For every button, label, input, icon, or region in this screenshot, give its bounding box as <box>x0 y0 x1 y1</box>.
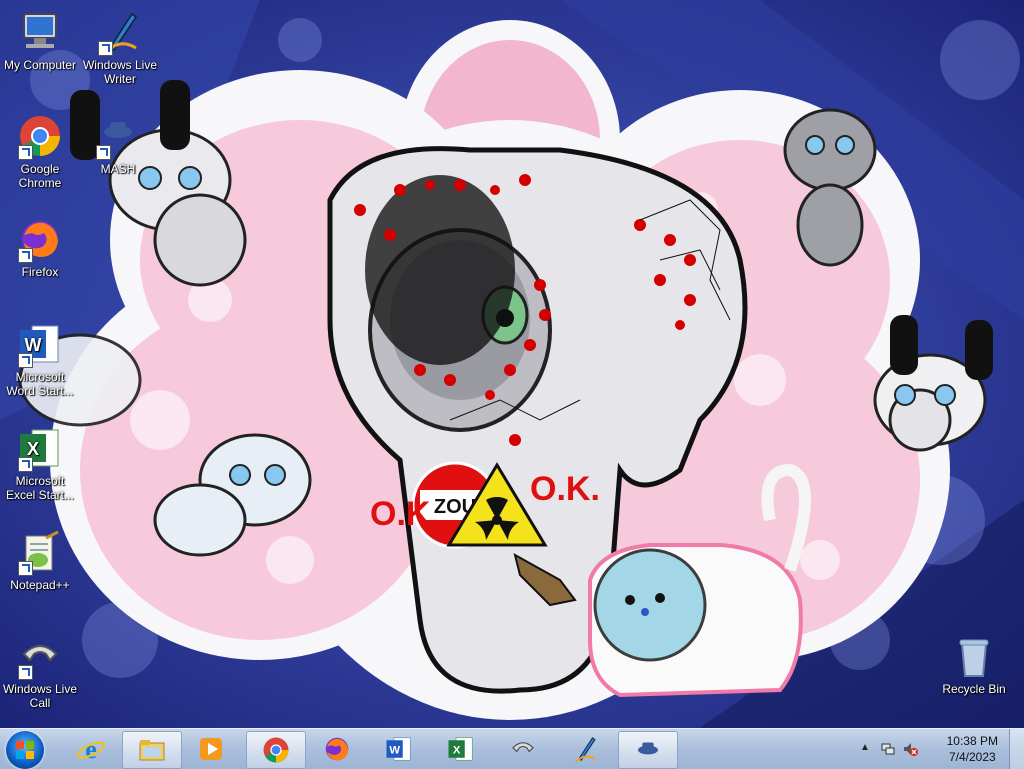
computer-icon <box>16 8 64 56</box>
desktop-icon-label: My Computer <box>3 58 77 72</box>
shortcut-arrow-icon <box>96 145 111 160</box>
desktop-icon-mash[interactable]: MASH <box>78 112 158 176</box>
clock[interactable]: 10:38 PM 7/4/2023 <box>947 733 998 765</box>
recycle-bin-icon <box>950 632 998 680</box>
desktop-icon-microsoft-excel[interactable]: X Microsoft Excel Start... <box>0 424 80 502</box>
clock-time: 10:38 PM <box>946 734 998 748</box>
shortcut-arrow-icon <box>18 353 33 368</box>
svg-text:X: X <box>27 439 39 459</box>
ok-text-2: O.K. <box>530 470 600 508</box>
system-tray: ▲ 10:38 PM 7/4/2023 <box>854 729 1024 769</box>
desktop-icon-my-computer[interactable]: My Computer <box>0 8 80 72</box>
mash-icon <box>94 112 142 160</box>
desktop-icon-windows-live-call[interactable]: Windows Live Call <box>0 632 80 710</box>
desktop-icon-label: MASH <box>100 162 136 176</box>
desktop-icon-google-chrome[interactable]: Google Chrome <box>0 112 80 190</box>
clock-date: 7/4/2023 <box>948 750 996 764</box>
volume-muted-icon[interactable] <box>902 741 918 757</box>
desktop-icon-label: Windows Live Writer <box>82 58 158 86</box>
notepadpp-icon <box>16 528 64 576</box>
word-icon: W <box>386 737 411 761</box>
word-icon: W <box>16 320 64 368</box>
taskbar-media-player[interactable] <box>182 731 240 767</box>
explorer-icon <box>139 740 165 761</box>
desktop-icon-label: Windows Live Call <box>2 682 78 710</box>
desktop-icon-recycle-bin[interactable]: Recycle Bin <box>934 632 1014 696</box>
desktop-icon-label: Notepad++ <box>10 578 70 592</box>
desktop-icon-label: Google Chrome <box>18 162 62 190</box>
shortcut-arrow-icon <box>98 41 113 56</box>
firefox-icon <box>325 737 349 761</box>
svg-text:e: e <box>85 735 97 764</box>
media-player-icon <box>200 738 222 760</box>
excel-icon: X <box>16 424 64 472</box>
desktop-icon-label: Microsoft Excel Start... <box>5 474 75 502</box>
desktop-icon-windows-live-writer[interactable]: Windows Live Writer <box>80 8 160 86</box>
taskbar-chrome[interactable] <box>246 731 306 769</box>
start-button[interactable] <box>6 731 44 769</box>
taskbar-firefox[interactable] <box>308 731 366 767</box>
svg-text:W: W <box>25 335 42 355</box>
show-hidden-icons-button[interactable]: ▲ <box>860 742 870 753</box>
windows-logo-icon <box>16 741 34 759</box>
internet-explorer-icon: e <box>77 735 105 764</box>
taskbar-mash[interactable] <box>618 731 678 769</box>
network-icon[interactable] <box>880 741 896 757</box>
excel-icon: X <box>448 737 473 761</box>
phone-icon <box>16 632 64 680</box>
svg-text:X: X <box>453 744 461 756</box>
taskbar-explorer[interactable] <box>122 731 182 769</box>
shortcut-arrow-icon <box>18 145 33 160</box>
desktop-icon-label: Recycle Bin <box>942 682 1006 696</box>
desktop-icon-microsoft-word[interactable]: W Microsoft Word Start... <box>0 320 80 398</box>
shortcut-arrow-icon <box>18 248 33 263</box>
desktop-wallpaper: ZOU O.K. O.K. <box>0 0 1024 728</box>
show-desktop-button[interactable] <box>1009 729 1024 769</box>
shortcut-arrow-icon <box>18 561 33 576</box>
taskbar-windows-live-call[interactable] <box>494 731 552 767</box>
shortcut-arrow-icon <box>18 665 33 680</box>
shortcut-arrow-icon <box>18 457 33 472</box>
phone-icon <box>512 742 534 753</box>
desktop-icon-firefox[interactable]: Firefox <box>0 215 80 279</box>
mash-icon <box>638 742 658 755</box>
taskbar-windows-live-writer[interactable] <box>556 731 614 767</box>
taskbar-word[interactable]: W <box>370 731 428 767</box>
ok-text-1: O.K. <box>370 495 440 533</box>
live-writer-icon <box>575 737 596 763</box>
svg-text:W: W <box>389 744 400 756</box>
taskbar: e W X ▲ 10:38 PM 7/4/2023 <box>0 728 1024 769</box>
chrome-icon <box>263 737 289 763</box>
taskbar-internet-explorer[interactable]: e <box>62 731 120 767</box>
taskbar-excel[interactable]: X <box>432 731 490 767</box>
live-writer-icon <box>96 8 144 56</box>
desktop-icon-label: Firefox <box>21 265 59 279</box>
firefox-icon <box>16 215 64 263</box>
chrome-icon <box>16 112 64 160</box>
desktop-icon-notepadpp[interactable]: Notepad++ <box>0 528 80 592</box>
desktop-icon-label: Microsoft Word Start... <box>6 370 74 398</box>
